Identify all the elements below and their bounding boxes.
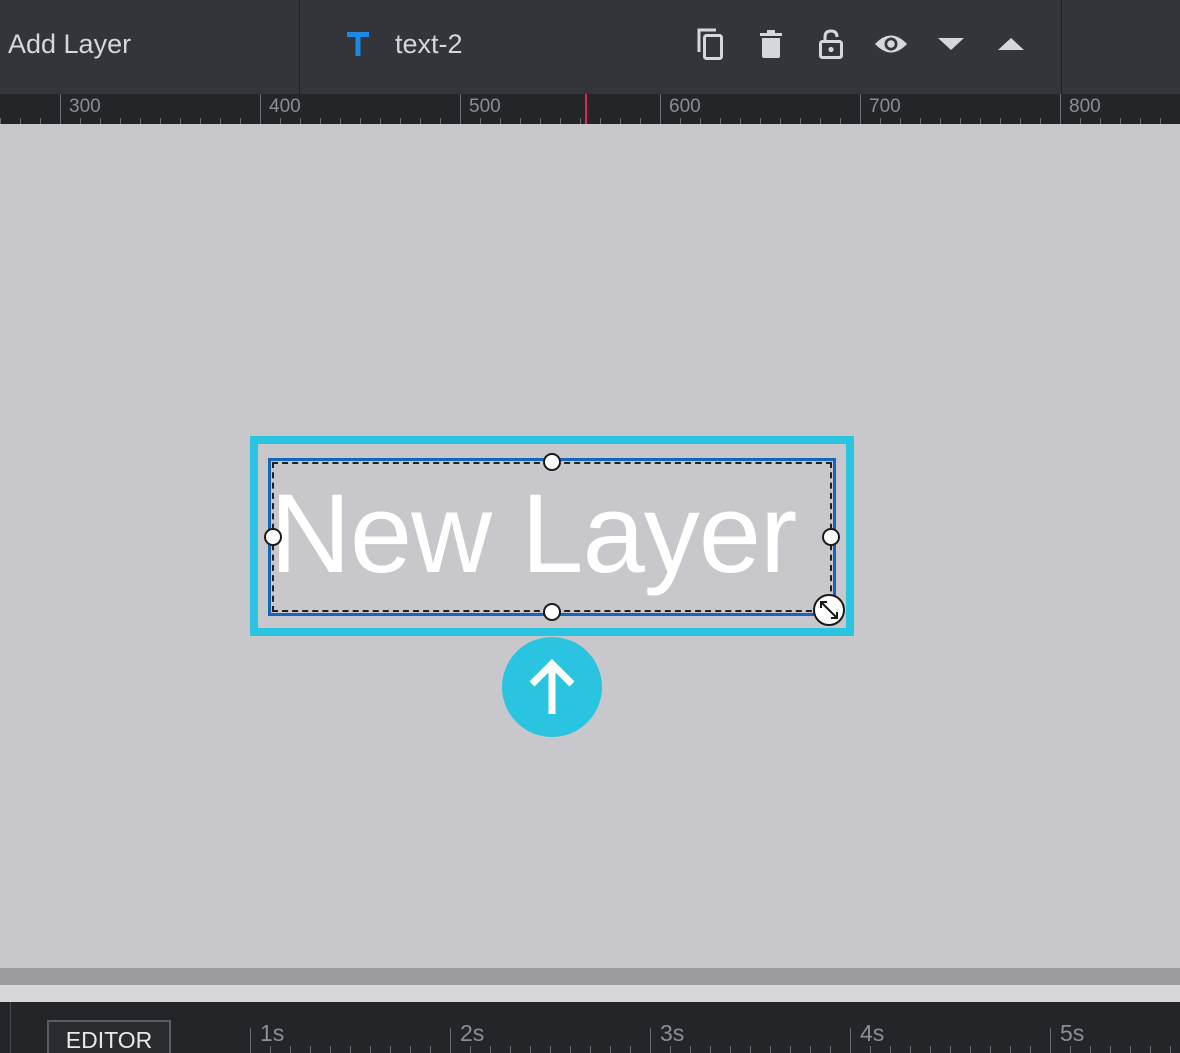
resize-handle-right[interactable]	[822, 528, 840, 546]
eye-icon	[875, 35, 907, 53]
caret-down-icon	[938, 38, 964, 50]
editor-tab[interactable]: EDITOR	[47, 1020, 171, 1053]
timeline-label: 2s	[460, 1020, 485, 1046]
ruler-label: 500	[469, 96, 501, 117]
panel-splitter-gap	[0, 985, 1180, 1002]
ruler-ticks	[0, 94, 1161, 124]
top-toolbar: Add Layer text-2	[0, 0, 1180, 94]
text-type-icon	[347, 32, 369, 56]
scale-handle[interactable]	[813, 594, 845, 626]
resize-handle-bottom[interactable]	[543, 603, 561, 621]
timeline-panel[interactable]: EDITOR 1s 2s 3s 4s 5s	[0, 1002, 1180, 1053]
layer-text[interactable]: New Layer	[270, 466, 850, 602]
copy-icon	[697, 28, 723, 60]
add-layer-label: Add Layer	[8, 29, 132, 59]
horizontal-ruler[interactable]: 300 400 500 600 700 800	[0, 94, 1180, 124]
diagonal-resize-icon	[820, 601, 838, 619]
panel-splitter[interactable]	[0, 968, 1180, 985]
delete-button[interactable]	[751, 24, 791, 64]
move-layer-up-button[interactable]	[502, 637, 602, 737]
arrow-up-icon	[529, 659, 575, 714]
lock-button[interactable]	[811, 24, 851, 64]
timeline-label: 5s	[1060, 1020, 1085, 1046]
visibility-button[interactable]	[871, 24, 911, 64]
ruler-label: 600	[669, 96, 701, 117]
layer-name[interactable]: text-2	[395, 27, 463, 61]
ruler-label: 700	[869, 96, 901, 117]
ruler-label: 400	[269, 96, 301, 117]
layer-editor-app: Add Layer text-2 300 400 500 600 700 800…	[0, 0, 1180, 1053]
resize-handle-top[interactable]	[543, 453, 561, 471]
resize-handle-left[interactable]	[264, 528, 282, 546]
timeline-label: 1s	[260, 1020, 285, 1046]
ruler-label: 300	[69, 96, 101, 117]
duplicate-button[interactable]	[690, 24, 730, 64]
add-layer-button[interactable]: Add Layer	[0, 0, 300, 94]
timeline-ticks	[10, 1002, 1171, 1053]
timeline-label: 4s	[860, 1020, 885, 1046]
toolbar-divider	[1061, 0, 1062, 94]
ruler-label: 800	[1069, 96, 1101, 117]
timeline-label: 3s	[660, 1020, 685, 1046]
move-up-button[interactable]	[991, 24, 1031, 64]
trash-icon	[760, 30, 782, 58]
caret-up-icon	[998, 38, 1024, 50]
lock-icon	[819, 29, 843, 59]
editor-canvas[interactable]: New Layer	[0, 124, 1180, 968]
move-down-button[interactable]	[931, 24, 971, 64]
